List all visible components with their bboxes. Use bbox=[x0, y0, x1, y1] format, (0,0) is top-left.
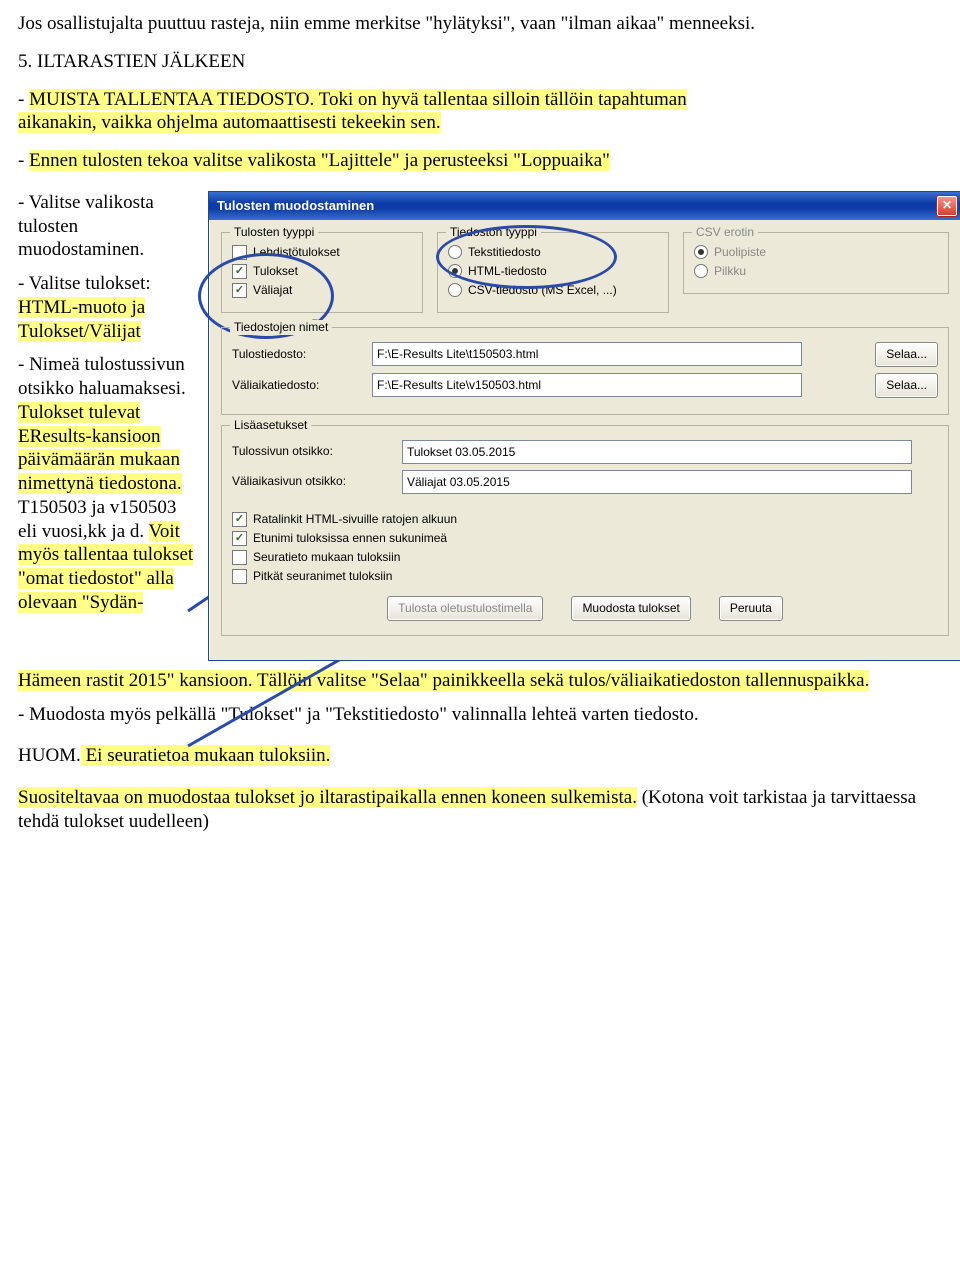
checkbox-icon bbox=[232, 569, 247, 584]
ennen-pre: - bbox=[18, 150, 29, 171]
ennen-hl: Ennen tulosten tekoa valitse valikosta "… bbox=[29, 150, 610, 171]
fs-tiedostojen-nimet: Tiedostojen nimet Tulostiedosto: Selaa..… bbox=[221, 327, 949, 415]
radio-icon bbox=[448, 264, 462, 278]
checkbox-icon bbox=[232, 512, 247, 527]
radio-icon bbox=[694, 245, 708, 259]
muista-hl: MUISTA TALLENTAA TIEDOSTO. bbox=[29, 89, 314, 110]
radio-icon bbox=[694, 264, 708, 278]
after-cont: Hämeen rastit 2015" kansioon. Tällöin va… bbox=[18, 669, 942, 693]
note-eresults-hl: Tulokset tulevat EResults-kansioon päivä… bbox=[18, 402, 182, 494]
input-tulossivu-otsikko[interactable] bbox=[402, 440, 912, 464]
legend-lisa: Lisäasetukset bbox=[230, 418, 311, 433]
dialog-window: Tulosten muodostaminen ✕ Tulosten tyyppi… bbox=[208, 191, 960, 661]
dialog-title: Tulosten muodostaminen bbox=[217, 198, 374, 214]
chk-ratalinkit[interactable]: Ratalinkit HTML-sivuille ratojen alkuun bbox=[232, 512, 938, 527]
input-tulostiedosto[interactable] bbox=[372, 342, 802, 366]
input-valiaikatiedosto[interactable] bbox=[372, 373, 802, 397]
intro-paragraph: Jos osallistujalta puuttuu rasteja, niin… bbox=[18, 12, 942, 36]
radio-icon bbox=[448, 283, 462, 297]
checkbox-icon bbox=[232, 531, 247, 546]
button-muodosta[interactable]: Muodosta tulokset bbox=[571, 596, 690, 621]
muista-pre: - bbox=[18, 89, 29, 110]
radio-icon bbox=[448, 245, 462, 259]
radio-html[interactable]: HTML-tiedosto bbox=[448, 264, 658, 279]
chk-lehdisto[interactable]: Lehdistötulokset bbox=[232, 245, 412, 260]
fs-tulosten-tyyppi: Tulosten tyyppi Lehdistötulokset Tulokse… bbox=[221, 232, 423, 313]
note-valikko: - Valitse valikosta tulosten muodostamin… bbox=[18, 191, 196, 262]
legend-names: Tiedostojen nimet bbox=[230, 320, 332, 335]
after-line2: - Muodosta myös pelkällä "Tulokset" ja "… bbox=[18, 703, 942, 727]
muista-post1: Toki on hyvä tallentaa silloin tällöin t… bbox=[314, 89, 686, 110]
legend-td: Tiedoston tyyppi bbox=[446, 225, 541, 240]
chk-seuratieto[interactable]: Seuratieto mukaan tuloksiin bbox=[232, 550, 938, 565]
muista-line2: aikanakin, vaikka ohjelma automaattisest… bbox=[18, 112, 441, 133]
huom-pre: HUOM. bbox=[18, 745, 81, 766]
legend-tt: Tulosten tyyppi bbox=[230, 225, 318, 240]
checkbox-icon bbox=[232, 550, 247, 565]
button-selaa-vali[interactable]: Selaa... bbox=[875, 373, 938, 398]
fs-csv-erotin: CSV erotin Puolipiste Pilkku bbox=[683, 232, 949, 294]
checkbox-icon bbox=[232, 264, 247, 279]
section-heading: 5. ILTARASTIEN JÄLKEEN bbox=[18, 50, 942, 74]
chk-valiajat[interactable]: Väliajat bbox=[232, 283, 412, 298]
button-tulosta-oletus: Tulosta oletustulostimella bbox=[387, 596, 543, 621]
note-html-hl: HTML-muoto ja Tulokset/Välijat bbox=[18, 297, 145, 342]
checkbox-icon bbox=[232, 283, 247, 298]
button-selaa-tulos[interactable]: Selaa... bbox=[875, 342, 938, 367]
fs-lisaasetukset: Lisäasetukset Tulossivun otsikko: Väliai… bbox=[221, 425, 949, 636]
chk-pitkat[interactable]: Pitkät seuranimet tuloksiin bbox=[232, 569, 938, 584]
chk-tulokset[interactable]: Tulokset bbox=[232, 264, 412, 279]
suos-hl: Suositeltavaa on muodostaa tulokset jo i… bbox=[18, 787, 637, 808]
close-icon[interactable]: ✕ bbox=[936, 195, 958, 217]
note-nimea: - Nimeä tulostussivun otsikko haluamakse… bbox=[18, 353, 196, 614]
dialog-titlebar[interactable]: Tulosten muodostaminen ✕ bbox=[209, 192, 960, 220]
legend-csv: CSV erotin bbox=[692, 225, 758, 240]
radio-csv[interactable]: CSV-tiedosto (MS Excel, ...) bbox=[448, 283, 658, 298]
radio-tekstitiedosto[interactable]: Tekstitiedosto bbox=[448, 245, 658, 260]
chk-etunimi[interactable]: Etunimi tuloksissa ennen sukunimeä bbox=[232, 531, 938, 546]
huom-hl: Ei seuratietoa mukaan tuloksiin. bbox=[81, 745, 331, 766]
label-tulostiedosto: Tulostiedosto: bbox=[232, 347, 372, 362]
label-valiaika-otsikko: Väliaikasivun otsikko: bbox=[232, 474, 402, 489]
checkbox-icon bbox=[232, 245, 247, 260]
note-valitse-tulokset: - Valitse tulokset: HTML-muoto ja Tuloks… bbox=[18, 272, 196, 343]
muista-line: - MUISTA TALLENTAA TIEDOSTO. Toki on hyv… bbox=[18, 88, 942, 136]
suos-line: Suositeltavaa on muodostaa tulokset jo i… bbox=[18, 786, 942, 834]
input-valiaika-otsikko[interactable] bbox=[402, 470, 912, 494]
after-cont-hl: Hämeen rastit 2015" kansioon. Tällöin va… bbox=[18, 670, 869, 691]
huom-line: HUOM. Ei seuratietoa mukaan tuloksiin. bbox=[18, 744, 942, 768]
label-tulossivu-otsikko: Tulossivun otsikko: bbox=[232, 444, 402, 459]
button-peruuta[interactable]: Peruuta bbox=[719, 596, 783, 621]
label-valiaikatiedosto: Väliaikatiedosto: bbox=[232, 378, 372, 393]
fs-tiedoston-tyyppi: Tiedoston tyyppi Tekstitiedosto HTML-tie… bbox=[437, 232, 669, 313]
ennen-line: - Ennen tulosten tekoa valitse valikosta… bbox=[18, 149, 942, 173]
radio-puolipiste: Puolipiste bbox=[694, 245, 938, 260]
radio-pilkku: Pilkku bbox=[694, 264, 938, 279]
